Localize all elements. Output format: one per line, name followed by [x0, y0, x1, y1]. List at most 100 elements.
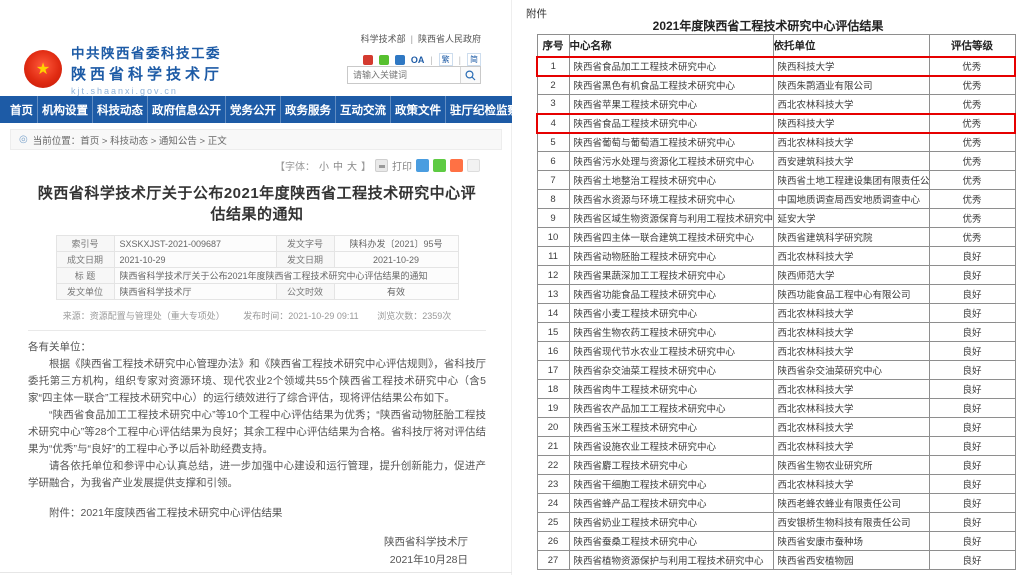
meta-date-label: 成文日期 — [56, 252, 114, 268]
search-box — [347, 66, 481, 84]
cell-org: 西北农林科技大学 — [773, 323, 929, 342]
screenshot-root: 科学技术部|陕西省人民政府 ★ 中共陕西省委科技工委 陕西省科学技术厅 kjt.… — [0, 0, 1024, 575]
cell-center-name: 陕西省农产品加工工程技术研究中心 — [569, 399, 773, 418]
cell-center-name: 陕西省黑色有机食品工程技术研究中心 — [569, 76, 773, 95]
top-link-most[interactable]: 科学技术部 — [361, 34, 406, 44]
cell-center-name: 陕西省污水处理与资源化工程技术研究中心 — [569, 152, 773, 171]
nav-item[interactable]: 政府信息公开 — [147, 96, 225, 123]
cell-org: 陕西老蜂农蜂业有限责任公司 — [773, 494, 929, 513]
main-nav: 首页机构设置科技动态政府信息公开党务公开政务服务互动交流政策文件驻厅纪检监察组 — [0, 96, 512, 123]
table-row: 14 陕西省小麦工程技术研究中心 西北农林科技大学 良好 — [537, 304, 1015, 323]
cell-no: 11 — [537, 247, 569, 266]
table-row: 23 陕西省干细胞工程技术研究中心 西北农林科技大学 良好 — [537, 475, 1015, 494]
meta-unit-label: 发文单位 — [56, 284, 114, 300]
cell-center-name: 陕西省四主体一联合建筑工程技术研究中心 — [569, 228, 773, 247]
oa-link[interactable]: OA — [411, 55, 425, 65]
nav-item[interactable]: 科技动态 — [92, 96, 147, 123]
font-large-button[interactable]: 大 — [347, 158, 357, 173]
table-row: 6 陕西省污水处理与资源化工程技术研究中心 西安建筑科技大学 优秀 — [537, 152, 1015, 171]
meta-docno-label: 发文字号 — [276, 236, 334, 252]
font-medium-button[interactable]: 中 — [333, 158, 343, 173]
cell-grade: 良好 — [929, 380, 1015, 399]
search-input[interactable] — [348, 67, 460, 83]
cell-no: 26 — [537, 532, 569, 551]
nav-item[interactable]: 政务服务 — [280, 96, 335, 123]
article: 【字体： 小 中 大 】 打印 陕西省科学技术厅关于公布2021年度陕西省工程技… — [28, 152, 486, 575]
cell-no: 12 — [537, 266, 569, 285]
table-row: 11 陕西省动物胚胎工程技术研究中心 西北农林科技大学 良好 — [537, 247, 1015, 266]
print-button[interactable]: 打印 — [392, 158, 412, 173]
attachment-link[interactable]: 附件：2021年度陕西省工程技术研究中心评估结果 — [28, 505, 486, 520]
cell-no: 6 — [537, 152, 569, 171]
cell-no: 23 — [537, 475, 569, 494]
cell-org: 西北农林科技大学 — [773, 418, 929, 437]
table-row: 21 陕西省设施农业工程技术研究中心 西北农林科技大学 良好 — [537, 437, 1015, 456]
cell-no: 5 — [537, 133, 569, 152]
cell-no: 21 — [537, 437, 569, 456]
cell-center-name: 陕西省植物资源保护与利用工程技术研究中心 — [569, 551, 773, 570]
signer: 陕西省科学技术厅 — [28, 533, 468, 551]
logo-line1: 中共陕西省委科技工委 — [71, 42, 223, 62]
table-header-row: 序号 中心名称 依托单位 评估等级 — [537, 35, 1015, 57]
cell-grade: 良好 — [929, 342, 1015, 361]
cell-center-name: 陕西省设施农业工程技术研究中心 — [569, 437, 773, 456]
copy-link-icon[interactable] — [467, 159, 480, 172]
cell-center-name: 陕西省玉米工程技术研究中心 — [569, 418, 773, 437]
breadcrumb-path[interactable]: 首页 > 科技动态 > 通知公告 > 正文 — [80, 133, 226, 147]
nav-item[interactable]: 机构设置 — [37, 96, 92, 123]
cell-no: 3 — [537, 95, 569, 114]
cell-org: 陕西省建筑科学研究院 — [773, 228, 929, 247]
footer-divider — [0, 572, 512, 573]
table-row: 8 陕西省水资源与环境工程技术研究中心 中国地质调查局西安地质调查中心 优秀 — [537, 190, 1015, 209]
cell-org: 西北农林科技大学 — [773, 475, 929, 494]
cell-grade: 良好 — [929, 437, 1015, 456]
cell-no: 10 — [537, 228, 569, 247]
lang-traditional-toggle[interactable]: 繁 — [439, 53, 453, 66]
table-row: 5 陕西省葡萄与葡萄酒工程技术研究中心 西北农林科技大学 优秀 — [537, 133, 1015, 152]
cell-org: 陕西科技大学 — [773, 57, 929, 76]
search-button[interactable] — [460, 67, 480, 83]
nav-item[interactable]: 党务公开 — [225, 96, 280, 123]
weibo-icon[interactable] — [363, 55, 373, 65]
cell-grade: 良好 — [929, 304, 1015, 323]
cell-org: 西北农林科技大学 — [773, 304, 929, 323]
cell-no: 7 — [537, 171, 569, 190]
cell-grade: 优秀 — [929, 190, 1015, 209]
top-link-gov[interactable]: 陕西省人民政府 — [418, 34, 481, 44]
share-weibo-icon[interactable] — [450, 159, 463, 172]
cell-center-name: 陕西省现代节水农业工程技术研究中心 — [569, 342, 773, 361]
table-row: 22 陕西省麝工程技术研究中心 陕西省生物农业研究所 良好 — [537, 456, 1015, 475]
col-header-no: 序号 — [537, 35, 569, 57]
print-icon[interactable] — [375, 159, 388, 172]
cell-center-name: 陕西省区域生物资源保育与利用工程技术研究中心 — [569, 209, 773, 228]
cell-grade: 良好 — [929, 266, 1015, 285]
nav-item[interactable]: 政策文件 — [390, 96, 445, 123]
share-qq-icon[interactable] — [416, 159, 429, 172]
cell-grade: 良好 — [929, 418, 1015, 437]
cell-no: 2 — [537, 76, 569, 95]
cell-no: 22 — [537, 456, 569, 475]
nav-item[interactable]: 互动交流 — [335, 96, 390, 123]
cell-org: 西北农林科技大学 — [773, 133, 929, 152]
cell-no: 14 — [537, 304, 569, 323]
nav-item[interactable]: 首页 — [6, 96, 37, 123]
salutation: 各有关单位： — [28, 339, 486, 356]
cell-center-name: 陕西省奶业工程技术研究中心 — [569, 513, 773, 532]
cell-center-name: 陕西省葡萄与葡萄酒工程技术研究中心 — [569, 133, 773, 152]
cell-grade: 良好 — [929, 361, 1015, 380]
cell-center-name: 陕西省肉牛工程技术研究中心 — [569, 380, 773, 399]
share-wechat-icon[interactable] — [433, 159, 446, 172]
table-row: 20 陕西省玉米工程技术研究中心 西北农林科技大学 良好 — [537, 418, 1015, 437]
cell-grade: 良好 — [929, 551, 1015, 570]
meta-pubdate-label: 发文日期 — [276, 252, 334, 268]
cell-grade: 良好 — [929, 323, 1015, 342]
col-header-grade: 评估等级 — [929, 35, 1015, 57]
mail-icon[interactable] — [395, 55, 405, 65]
lang-simplified-toggle[interactable]: 简 — [467, 53, 481, 66]
wechat-icon[interactable] — [379, 55, 389, 65]
table-row: 4 陕西省食品工程技术研究中心 陕西科技大学 优秀 — [537, 114, 1015, 133]
cell-org: 陕西省土地工程建设集团有限责任公司 — [773, 171, 929, 190]
site-logo[interactable]: ★ 中共陕西省委科技工委 陕西省科学技术厅 kjt.shaanxi.gov.cn — [24, 42, 223, 96]
font-small-button[interactable]: 小 — [319, 158, 329, 173]
cell-org: 西北农林科技大学 — [773, 399, 929, 418]
